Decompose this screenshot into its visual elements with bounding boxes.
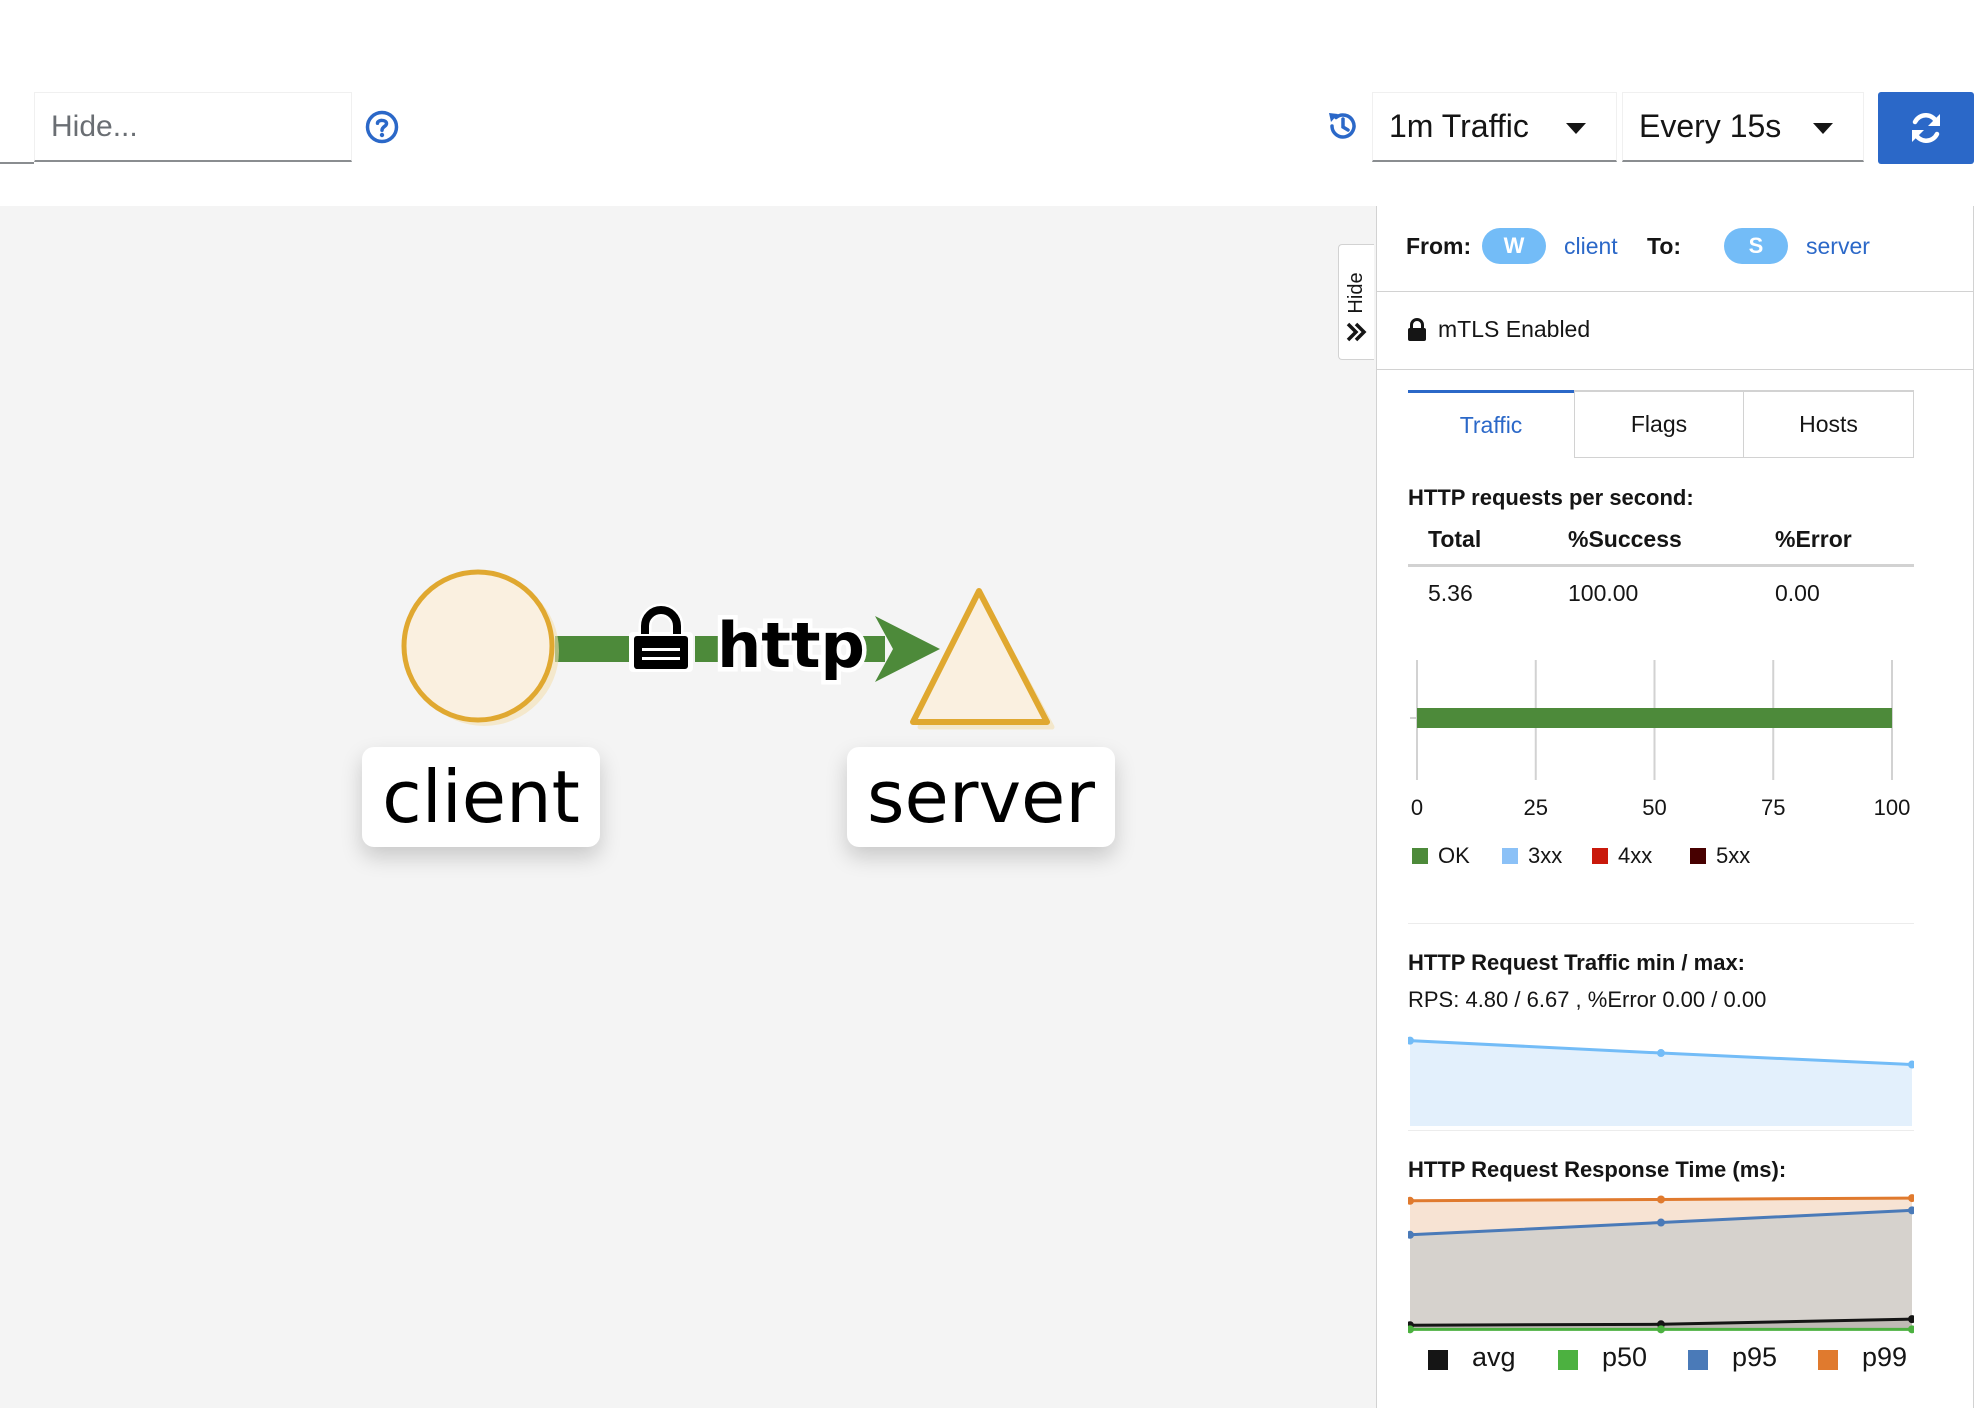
refresh-button[interactable] [1878, 92, 1974, 164]
cell-success: 100.00 [1568, 580, 1639, 606]
legend-label-ok: OK [1438, 843, 1470, 868]
from-node-link[interactable]: client [1564, 233, 1618, 260]
response-time-chart [1408, 1194, 1914, 1334]
caret-down-icon [1566, 123, 1586, 134]
lock-icon [1408, 318, 1426, 341]
to-node-link[interactable]: server [1806, 233, 1870, 260]
divider [1377, 369, 1973, 370]
legend-swatch-4xx [1592, 848, 1608, 864]
legend-label-4xx: 4xx [1618, 843, 1653, 868]
bar-segment-ok [1417, 708, 1892, 728]
rt-point-p95 [1657, 1218, 1665, 1227]
bar-chart-tick-label: 75 [1761, 795, 1786, 820]
traffic-summary: RPS: 4.80 / 6.67 , %Error 0.00 / 0.00 [1408, 987, 1767, 1012]
graph-svg: http [401, 569, 1055, 730]
rps-point [1657, 1049, 1665, 1058]
legend-label-avg: avg [1472, 1342, 1516, 1372]
legend-label-p50: p50 [1602, 1342, 1648, 1372]
divider [1377, 291, 1973, 292]
legend-swatch-ok [1412, 848, 1428, 864]
rt-point-p99 [1657, 1195, 1665, 1204]
legend-label-p95: p95 [1732, 1342, 1778, 1372]
mtls-status: mTLS Enabled [1438, 316, 1591, 342]
cell-total: 5.36 [1428, 580, 1473, 606]
double-angle-right-icon [1346, 322, 1367, 342]
divider [1408, 1130, 1914, 1131]
bar-chart-tick-label: 25 [1523, 795, 1548, 820]
bar-chart-tick-label: 50 [1642, 795, 1667, 820]
bar-chart-tick-label: 100 [1873, 795, 1911, 820]
bar-chart-tick-label: 0 [1410, 795, 1424, 820]
hide-input[interactable] [34, 92, 352, 162]
legend-swatch-p95 [1688, 1350, 1708, 1370]
duration-select[interactable]: 1m Traffic [1372, 92, 1617, 162]
legend-swatch-avg [1428, 1350, 1448, 1370]
legend-label-5xx: 5xx [1716, 843, 1751, 868]
client-node-label[interactable]: client [362, 747, 600, 847]
sync-icon [1912, 113, 1940, 143]
duration-select-label: 1m Traffic [1389, 108, 1529, 144]
to-label: To: [1647, 233, 1682, 259]
lock-icon [629, 603, 693, 672]
traffic-section-title: HTTP Request Traffic min / max: [1408, 950, 1746, 975]
cell-error: 0.00 [1775, 580, 1820, 606]
workload-badge: W [1482, 228, 1546, 264]
legend-label-p99: p99 [1862, 1342, 1908, 1372]
find-input-edge[interactable] [0, 92, 34, 164]
edge-protocol-label: http [717, 609, 865, 682]
col-header-total: Total [1428, 526, 1482, 552]
legend-swatch-5xx [1690, 848, 1706, 864]
client-node[interactable] [401, 569, 559, 726]
legend-swatch-p50 [1558, 1350, 1578, 1370]
refresh-interval-select[interactable]: Every 15s [1622, 92, 1864, 162]
caret-down-icon [1813, 123, 1833, 134]
legend-label-3xx: 3xx [1528, 843, 1563, 868]
status-bar-chart [1410, 660, 1893, 780]
rt-point-p50 [1657, 1325, 1665, 1334]
divider [1408, 923, 1914, 924]
server-node[interactable] [910, 588, 1055, 730]
response-time-section-title: HTTP Request Response Time (ms): [1408, 1157, 1787, 1182]
server-node-label[interactable]: server [847, 747, 1115, 847]
rps-sparkline-chart [1408, 1036, 1914, 1126]
col-header-error: %Error [1775, 526, 1852, 552]
hide-panel-label: Hide [1344, 272, 1367, 314]
col-header-success: %Success [1568, 526, 1682, 552]
history-icon[interactable] [1325, 108, 1361, 144]
service-badge: S [1724, 228, 1788, 264]
legend-swatch-3xx [1502, 848, 1518, 864]
tab-traffic[interactable]: Traffic [1408, 390, 1574, 458]
refresh-interval-label: Every 15s [1639, 108, 1782, 144]
table-header-divider [1408, 564, 1914, 567]
tab-hosts[interactable]: Hosts [1744, 390, 1914, 458]
legend-swatch-p99 [1818, 1350, 1838, 1370]
help-icon[interactable] [365, 110, 399, 144]
tab-flags[interactable]: Flags [1574, 390, 1744, 458]
rps-section-title: HTTP requests per second: [1408, 485, 1694, 510]
from-label: From: [1406, 233, 1472, 259]
